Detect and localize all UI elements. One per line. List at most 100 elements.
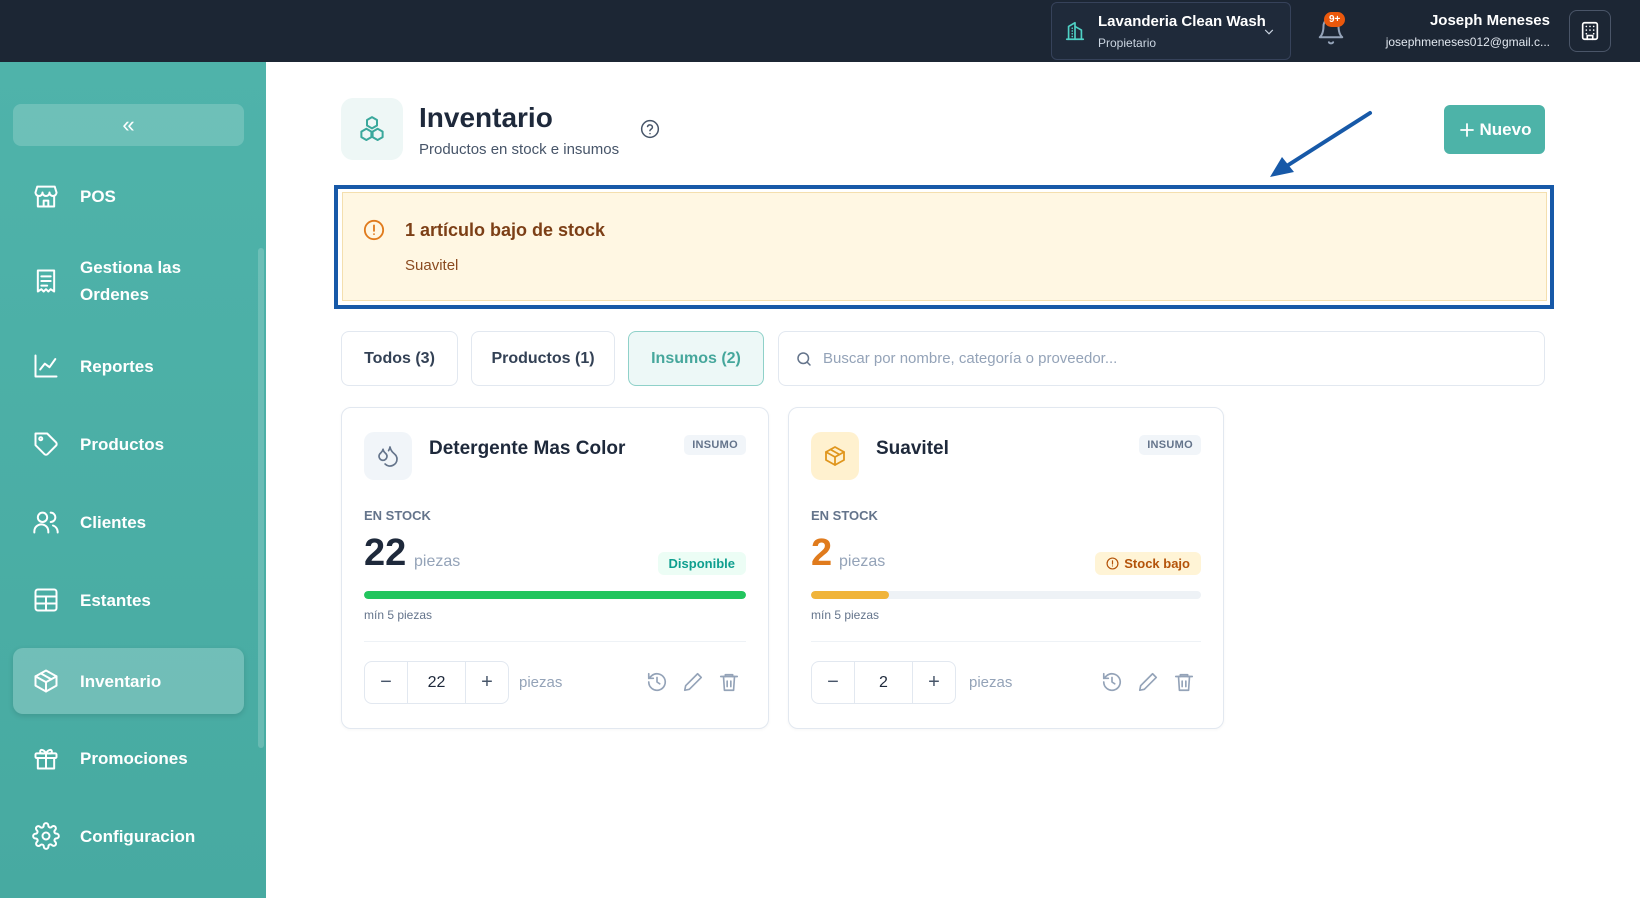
search-box (778, 331, 1545, 386)
card-type-badge: INSUMO (684, 435, 746, 455)
building-icon (1065, 21, 1085, 41)
sidebar-scrollbar[interactable] (258, 248, 264, 748)
store-icon (34, 185, 58, 208)
sidebar-item-settings[interactable]: Configuracion (13, 814, 244, 858)
page-subtitle: Productos en stock e insumos (419, 141, 620, 158)
notification-badge: 9+ (1324, 12, 1346, 27)
sidebar-item-label: Configuracion (80, 826, 196, 846)
sidebar-item-label: POS (80, 186, 116, 206)
inventory-card: Suavitel INSUMO EN STOCK 2 piezas Stock … (788, 407, 1224, 729)
quantity-stepper: − 2 + (811, 661, 956, 704)
stock-unit: piezas (414, 553, 461, 570)
receipt-icon (36, 269, 56, 293)
new-item-label: Nuevo (1479, 119, 1532, 139)
user-info[interactable]: Joseph Meneses josephmeneses012@gmail.c.… (1370, 12, 1550, 49)
low-stock-alert: 1 artículo bajo de stock Suavitel (342, 192, 1547, 301)
stepper-value[interactable]: 2 (854, 662, 913, 703)
minimum-stock-label: mín 5 piezas (811, 608, 880, 622)
stepper-unit: piezas (519, 674, 563, 691)
tab-products[interactable]: Productos (1) (471, 331, 615, 386)
stock-unit: piezas (839, 553, 886, 570)
user-email: josephmeneses012@gmail.c... (1385, 35, 1550, 49)
gear-icon (32, 822, 60, 850)
top-bar: Lavanderia Clean Wash Propietario 9+ Jos… (0, 0, 1640, 62)
search-input[interactable] (823, 350, 1523, 367)
business-selector[interactable]: Lavanderia Clean Wash Propietario (1051, 2, 1291, 60)
decrement-button[interactable]: − (812, 662, 854, 703)
history-icon[interactable] (646, 671, 668, 693)
stock-progress-fill (364, 591, 746, 599)
new-item-button[interactable]: Nuevo (1444, 105, 1545, 154)
card-name: Detergente Mas Color (429, 438, 626, 459)
sidebar-item-label: Inventario (80, 671, 162, 691)
card-type-badge: INSUMO (1139, 435, 1201, 455)
sidebar-item-clients[interactable]: Clientes (13, 500, 244, 544)
sidebar-item-products[interactable]: Productos (13, 422, 244, 466)
users-icon (33, 511, 59, 534)
business-name: Lavanderia Clean Wash (1098, 12, 1266, 30)
help-icon[interactable] (640, 119, 660, 139)
business-role: Propietario (1098, 35, 1157, 50)
edit-icon[interactable] (1137, 671, 1159, 693)
card-icon-tile (811, 432, 859, 480)
edit-icon[interactable] (682, 671, 704, 693)
plus-icon (1459, 122, 1474, 137)
sidebar-item-label: Clientes (80, 512, 147, 532)
sidebar-item-label: Gestiona las Ordenes (80, 258, 182, 304)
page-icon-tile (341, 98, 403, 160)
stock-progress-fill (811, 591, 889, 599)
box-icon (34, 669, 58, 693)
alert-circle-icon (363, 219, 385, 241)
sidebar: « POS Gestiona las Ordenes Reportes Prod… (0, 62, 266, 898)
package-icon (825, 446, 845, 466)
chart-line-icon (34, 354, 58, 378)
grid-icon (34, 588, 58, 612)
status-badge: Stock bajo (1095, 552, 1201, 575)
search-icon (797, 351, 811, 366)
sidebar-item-orders[interactable]: Gestiona las Ordenes (13, 250, 244, 312)
sidebar-item-label: Reportes (80, 356, 154, 376)
stepper-unit: piezas (969, 674, 1013, 691)
gift-icon (34, 748, 58, 770)
droplets-icon (378, 446, 398, 467)
chevron-down-icon (1264, 29, 1274, 35)
tab-supplies[interactable]: Insumos (2) (628, 331, 764, 386)
page-title: Inventario (419, 102, 553, 133)
decrement-button[interactable]: − (365, 662, 407, 703)
user-name: Joseph Meneses (1429, 12, 1550, 29)
sidebar-item-label: Productos (80, 434, 165, 454)
alert-circle-icon (1106, 557, 1119, 570)
stock-label: EN STOCK (811, 508, 878, 523)
sidebar-item-inventory[interactable]: Inventario (13, 648, 244, 714)
sidebar-item-reports[interactable]: Reportes (13, 344, 244, 388)
alert-item: Suavitel (405, 257, 459, 274)
history-icon[interactable] (1101, 671, 1123, 693)
stock-label: EN STOCK (364, 508, 431, 523)
stock-progress-bar (811, 591, 1201, 599)
sidebar-item-promotions[interactable]: Promociones (13, 736, 244, 780)
sidebar-item-label: Estantes (80, 590, 151, 610)
sidebar-item-pos[interactable]: POS (13, 174, 244, 218)
stock-quantity: 22 (364, 532, 407, 574)
annotation-arrow-icon (1270, 111, 1372, 177)
trash-icon[interactable] (1173, 671, 1195, 693)
collapse-sidebar-button[interactable]: « (13, 104, 244, 146)
card-divider (811, 641, 1201, 642)
inventory-card: Detergente Mas Color INSUMO EN STOCK 22 … (341, 407, 769, 729)
alert-title: 1 artículo bajo de stock (405, 220, 606, 240)
switch-business-button[interactable] (1569, 10, 1611, 52)
increment-button[interactable]: + (913, 662, 955, 703)
sidebar-item-shelves[interactable]: Estantes (13, 578, 244, 622)
stock-progress-bar (364, 591, 746, 599)
status-label: Stock bajo (1124, 556, 1190, 571)
building-icon (1581, 21, 1599, 41)
stepper-value[interactable]: 22 (407, 662, 466, 703)
increment-button[interactable]: + (466, 662, 508, 703)
status-badge: Disponible (657, 552, 746, 575)
tag-icon (34, 432, 58, 456)
trash-icon[interactable] (718, 671, 740, 693)
minimum-stock-label: mín 5 piezas (364, 608, 433, 622)
card-icon-tile (364, 432, 412, 480)
quantity-stepper: − 22 + (364, 661, 509, 704)
tab-all[interactable]: Todos (3) (341, 331, 458, 386)
